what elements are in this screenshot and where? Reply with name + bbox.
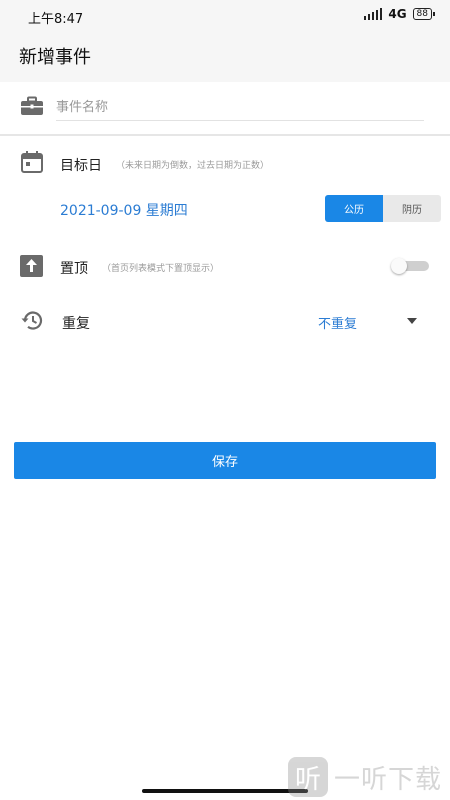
pin-top-switch[interactable] <box>391 258 429 274</box>
status-bar: 上午8:47 4G 88 <box>0 0 450 30</box>
watermark-logo: 听 <box>288 757 328 797</box>
battery-icon: 88 <box>412 8 436 20</box>
app-header: 新增事件 <box>0 30 450 82</box>
solar-calendar-option[interactable]: 公历 <box>325 195 383 222</box>
status-right: 4G 88 <box>364 7 436 21</box>
watermark-text: 一听下载 <box>334 764 443 795</box>
caret-down-icon[interactable] <box>407 318 417 324</box>
target-date-label: 目标日 <box>60 158 102 174</box>
event-name-row <box>0 82 450 136</box>
calendar-type-toggle: 公历 阴历 <box>325 195 441 222</box>
upload-arrow-icon <box>20 255 43 277</box>
watermark: 听 一听下载 <box>288 757 442 797</box>
repeat-label: 重复 <box>62 316 90 332</box>
save-button[interactable]: 保存 <box>14 442 436 479</box>
history-icon <box>21 311 43 330</box>
pin-top-hint: （首页列表模式下置顶显示） <box>102 264 220 274</box>
page-title: 新增事件 <box>19 47 91 68</box>
target-date-hint: （未来日期为倒数，过去日期为正数） <box>116 161 270 171</box>
signal-icon <box>364 8 383 20</box>
network-type: 4G <box>388 7 407 21</box>
briefcase-icon <box>21 96 43 115</box>
calendar-icon <box>21 151 43 173</box>
home-indicator <box>142 789 308 793</box>
repeat-select[interactable]: 不重复 <box>318 313 357 332</box>
date-picker[interactable]: 2021-09-09 星期四 <box>60 200 188 220</box>
event-name-input[interactable] <box>56 94 424 121</box>
status-time: 上午8:47 <box>28 12 84 27</box>
pin-top-label: 置顶 <box>60 261 88 277</box>
lunar-calendar-option[interactable]: 阴历 <box>383 195 441 222</box>
